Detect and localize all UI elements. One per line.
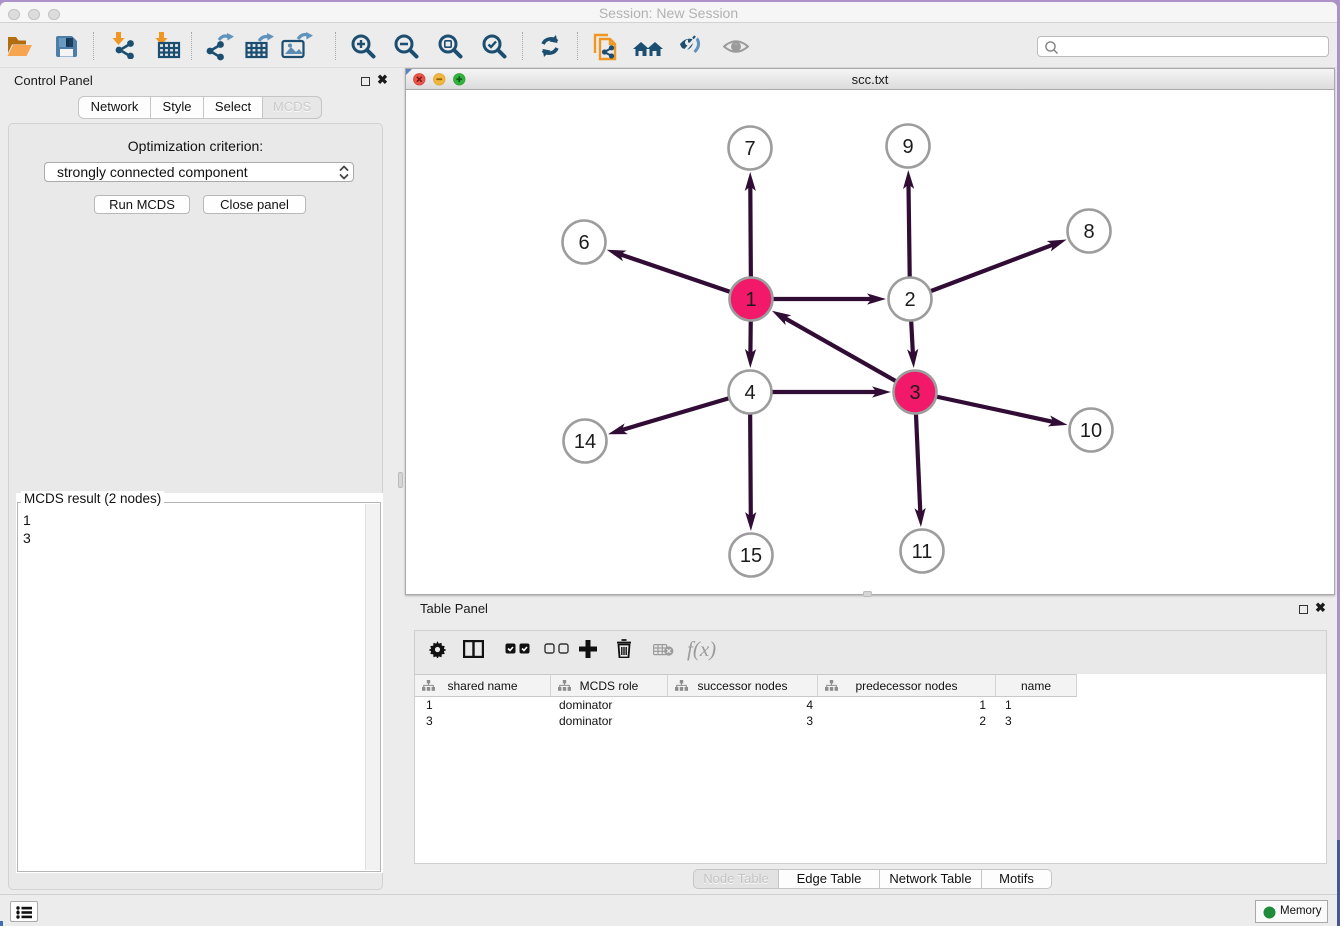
svg-text:6: 6 — [578, 232, 589, 254]
svg-text:15: 15 — [740, 545, 762, 567]
svg-text:11: 11 — [912, 541, 933, 563]
svg-text:7: 7 — [744, 138, 755, 160]
svg-text:3: 3 — [909, 382, 920, 404]
svg-text:8: 8 — [1083, 221, 1094, 243]
svg-text:14: 14 — [574, 431, 596, 453]
svg-text:1: 1 — [745, 289, 756, 311]
svg-text:2: 2 — [904, 289, 915, 311]
svg-text:4: 4 — [744, 382, 755, 404]
svg-text:10: 10 — [1080, 420, 1102, 442]
svg-text:9: 9 — [902, 136, 913, 158]
